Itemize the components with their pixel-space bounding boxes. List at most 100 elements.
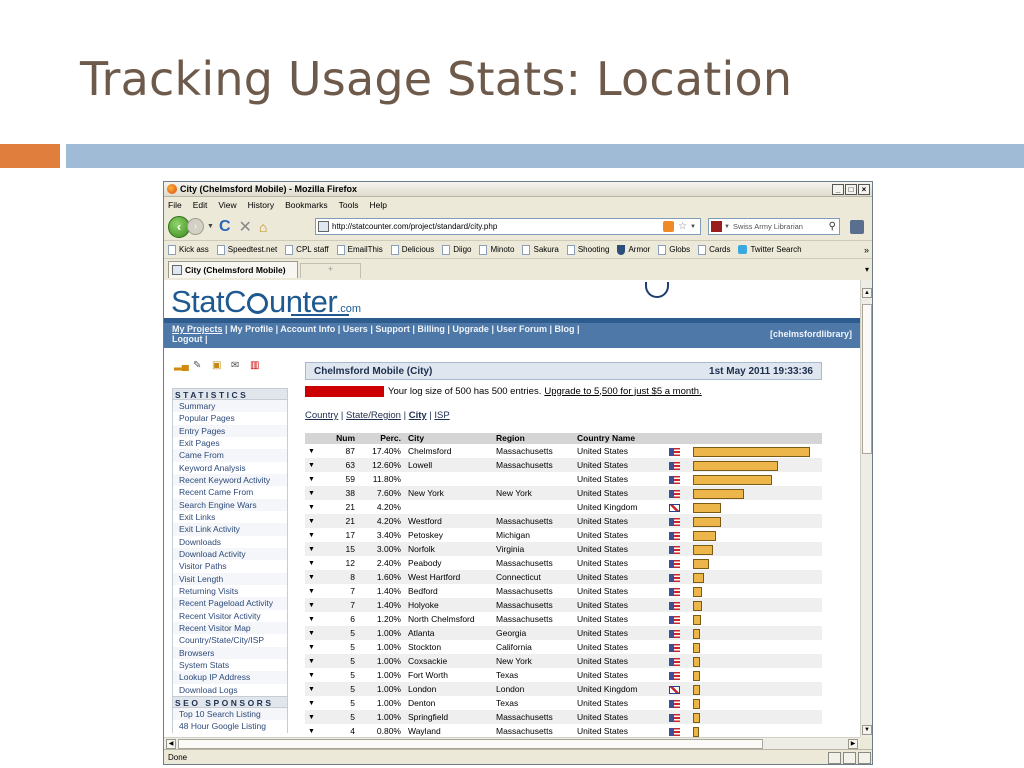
delete-icon[interactable]: ▥ — [250, 360, 262, 371]
search-engine-icon[interactable] — [711, 221, 722, 232]
expand-arrow-icon[interactable]: ▼ — [308, 546, 315, 553]
bookmark-label[interactable]: Armor — [628, 245, 650, 254]
nav-my-projects[interactable]: My Projects — [172, 324, 223, 334]
bookmark-item[interactable]: Diigo — [442, 244, 471, 255]
sidebar-item[interactable]: Recent Visitor Activity — [172, 609, 288, 622]
bookmark-item[interactable]: Minoto — [479, 244, 514, 255]
sidebar-item[interactable]: Exit Links — [172, 510, 288, 524]
nav-upgrade[interactable]: Upgrade — [452, 324, 489, 334]
col-city[interactable]: City — [405, 433, 493, 444]
history-dropdown-icon[interactable]: ▼ — [207, 223, 214, 230]
scroll-left-button[interactable]: ◀ — [166, 739, 176, 749]
view-country[interactable]: Country — [305, 410, 338, 421]
nav-users[interactable]: Users — [343, 324, 368, 334]
bookmark-star-icon[interactable]: ☆ — [678, 221, 687, 232]
nav-billing[interactable]: Billing — [417, 324, 445, 334]
expand-arrow-icon[interactable]: ▼ — [308, 616, 315, 623]
menu-view[interactable]: View — [218, 200, 236, 210]
sidebar-item[interactable]: Country/State/City/ISP — [172, 634, 288, 647]
bookmark-label[interactable]: Delicious — [402, 245, 434, 254]
menu-help[interactable]: Help — [369, 200, 386, 210]
col-region[interactable]: Region — [493, 433, 574, 444]
bookmark-item[interactable]: EmailThis — [336, 244, 383, 255]
sidebar-item[interactable]: Summary — [172, 400, 288, 413]
addon-icon[interactable] — [850, 220, 864, 234]
search-icon[interactable]: ⚲ — [829, 221, 836, 232]
settings-wrench-icon[interactable]: ✎ — [193, 360, 205, 371]
bookmark-label[interactable]: Sakura — [533, 245, 558, 254]
bookmark-item[interactable]: Kick ass — [168, 244, 209, 255]
col-country[interactable]: Country Name — [574, 433, 666, 444]
bookmark-item[interactable]: Shooting — [566, 244, 610, 255]
bookmark-item[interactable]: Sakura — [522, 244, 559, 255]
account-name[interactable]: [chelmsfordlibrary] — [770, 329, 852, 339]
menu-edit[interactable]: Edit — [193, 200, 208, 210]
sidebar-item[interactable]: Downloads — [172, 535, 288, 548]
lock-icon[interactable]: ▣ — [212, 360, 224, 371]
tab-city[interactable]: City (Chelmsford Mobile) — [168, 261, 298, 278]
bookmark-label[interactable]: Minoto — [490, 245, 514, 254]
expand-arrow-icon[interactable]: ▼ — [308, 602, 315, 609]
sidebar-item[interactable]: Came From — [172, 449, 288, 462]
search-box[interactable]: ▼ Swiss Army Librarian ⚲ — [708, 218, 840, 235]
new-tab-button[interactable]: + — [300, 263, 361, 278]
tab-list-icon[interactable]: ▾ — [865, 265, 869, 274]
bookmark-label[interactable]: EmailThis — [348, 245, 383, 254]
menu-history[interactable]: History — [248, 200, 274, 210]
vertical-scrollbar[interactable]: ▲ ▼ — [860, 280, 872, 737]
bookmark-label[interactable]: Twitter Search — [750, 245, 801, 254]
bookmark-item[interactable]: Globs — [658, 244, 690, 255]
sidebar-item[interactable]: Search Engine Wars — [172, 498, 288, 511]
expand-arrow-icon[interactable]: ▼ — [308, 700, 315, 707]
sidebar-item[interactable]: Entry Pages — [172, 424, 288, 437]
statcounter-logo[interactable]: StatC unter.com — [171, 284, 361, 320]
url-bar[interactable]: http://statcounter.com/project/standard/… — [315, 218, 701, 235]
sidebar-item[interactable]: Recent Keyword Activity — [172, 473, 288, 487]
view-state-region[interactable]: State/Region — [346, 410, 401, 421]
expand-arrow-icon[interactable]: ▼ — [308, 560, 315, 567]
bookmark-label[interactable]: Globs — [669, 245, 690, 254]
sidebar-item[interactable]: Exit Link Activity — [172, 523, 288, 536]
bookmark-item[interactable]: Twitter Search — [738, 245, 802, 254]
bookmark-item[interactable]: CPL staff — [285, 244, 329, 255]
page-status-icon[interactable] — [843, 751, 856, 764]
expand-arrow-icon[interactable]: ▼ — [308, 504, 315, 511]
bookmark-item[interactable]: Cards — [698, 244, 730, 255]
expand-arrow-icon[interactable]: ▼ — [308, 448, 315, 455]
nav-user-forum[interactable]: User Forum — [496, 324, 547, 334]
bookmark-label[interactable]: Diigo — [453, 245, 471, 254]
bookmark-item[interactable]: Delicious — [390, 244, 434, 255]
email-icon[interactable]: ✉ — [231, 360, 243, 371]
url-text[interactable]: http://statcounter.com/project/standard/… — [332, 222, 497, 231]
bookmark-label[interactable]: Shooting — [578, 245, 610, 254]
sidebar-item[interactable]: Visitor Paths — [172, 560, 288, 573]
expand-arrow-icon[interactable]: ▼ — [308, 588, 315, 595]
bookmark-item[interactable]: Armor — [617, 244, 650, 255]
site-identity-icon[interactable] — [318, 221, 329, 232]
bookmark-item[interactable]: Speedtest.net — [216, 244, 277, 255]
menu-file[interactable]: File — [168, 200, 182, 210]
expand-arrow-icon[interactable]: ▼ — [308, 672, 315, 679]
sidebar-item[interactable]: Download Activity — [172, 547, 288, 561]
expand-arrow-icon[interactable]: ▼ — [308, 630, 315, 637]
expand-arrow-icon[interactable]: ▼ — [308, 574, 315, 581]
reload-icon[interactable]: C — [219, 218, 231, 236]
bookmark-label[interactable]: Kick ass — [179, 245, 209, 254]
url-dropdown-icon[interactable]: ▼ — [690, 224, 696, 230]
nav-my-profile[interactable]: My Profile — [230, 324, 273, 334]
tab-label[interactable]: City (Chelmsford Mobile) — [185, 265, 286, 275]
sidebar-item[interactable]: Recent Visitor Map — [172, 621, 288, 635]
scroll-up-button[interactable]: ▲ — [862, 288, 872, 298]
expand-arrow-icon[interactable]: ▼ — [308, 532, 315, 539]
bookmark-label[interactable]: Cards — [709, 245, 730, 254]
expand-arrow-icon[interactable]: ▼ — [308, 644, 315, 651]
nav-account-info[interactable]: Account Info — [280, 324, 335, 334]
minimize-button[interactable]: _ — [832, 183, 844, 195]
view-isp[interactable]: ISP — [434, 410, 449, 421]
bookmark-label[interactable]: Speedtest.net — [228, 245, 277, 254]
scroll-right-button[interactable]: ▶ — [848, 739, 858, 749]
sidebar-item[interactable]: Popular Pages — [172, 412, 288, 425]
sidebar-item[interactable]: Recent Pageload Activity — [172, 597, 288, 610]
expand-arrow-icon[interactable]: ▼ — [308, 490, 315, 497]
sponsor-item[interactable]: 48 Hour Google Listing — [172, 720, 288, 733]
